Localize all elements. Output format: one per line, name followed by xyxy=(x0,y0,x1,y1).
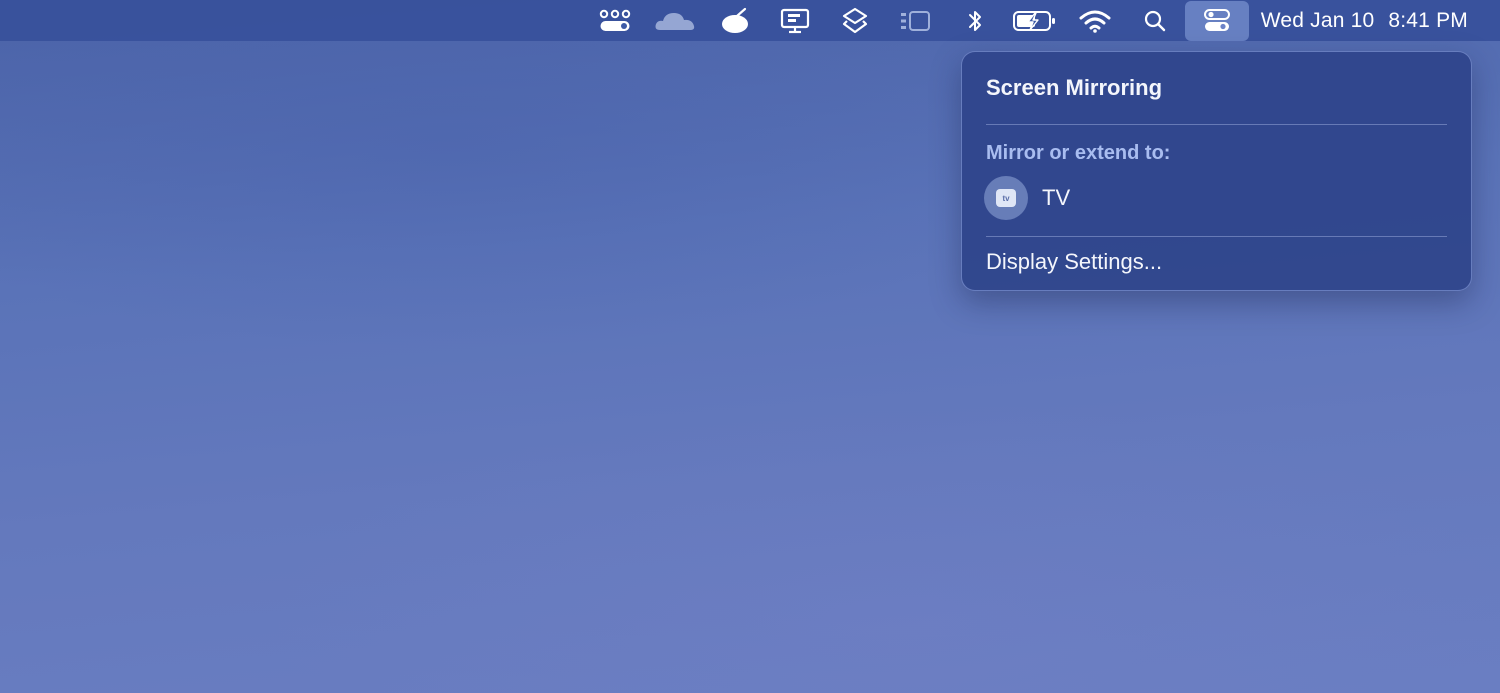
control-center-icon[interactable] xyxy=(1184,0,1249,41)
bluetooth-icon[interactable] xyxy=(945,0,1005,41)
screen-mirroring-panel: Screen Mirroring Mirror or extend to: tv… xyxy=(961,51,1472,291)
divider xyxy=(986,236,1447,237)
wifi-icon[interactable] xyxy=(1065,0,1125,41)
mirror-section-label: Mirror or extend to: xyxy=(986,142,1171,164)
panel-title: Screen Mirroring xyxy=(986,75,1163,100)
ufo-icon[interactable] xyxy=(705,0,765,41)
search-icon[interactable] xyxy=(1125,0,1185,41)
sidebar-window-icon[interactable] xyxy=(885,0,945,41)
menu-bar-time: 8:41 PM xyxy=(1388,8,1468,32)
toggles-dots-icon[interactable] xyxy=(585,0,645,41)
device-label: TV xyxy=(1042,185,1071,210)
menu-bar: Wed Jan 10 8:41 PM xyxy=(0,0,1500,41)
battery-charging-icon[interactable] xyxy=(1005,0,1065,41)
apple-tv-icon: tv xyxy=(984,176,1028,220)
display-monitor-icon[interactable] xyxy=(765,0,825,41)
apple-tv-glyph: tv xyxy=(996,189,1016,207)
menu-bar-clock[interactable]: Wed Jan 10 8:41 PM xyxy=(1249,9,1500,33)
display-settings-button[interactable]: Display Settings... xyxy=(986,249,1162,275)
cloud-icon[interactable] xyxy=(645,0,705,41)
divider xyxy=(986,124,1447,125)
device-row-tv[interactable]: tv TV xyxy=(984,176,1070,220)
menu-bar-date: Wed Jan 10 xyxy=(1260,8,1375,32)
layers-icon[interactable] xyxy=(825,0,885,41)
